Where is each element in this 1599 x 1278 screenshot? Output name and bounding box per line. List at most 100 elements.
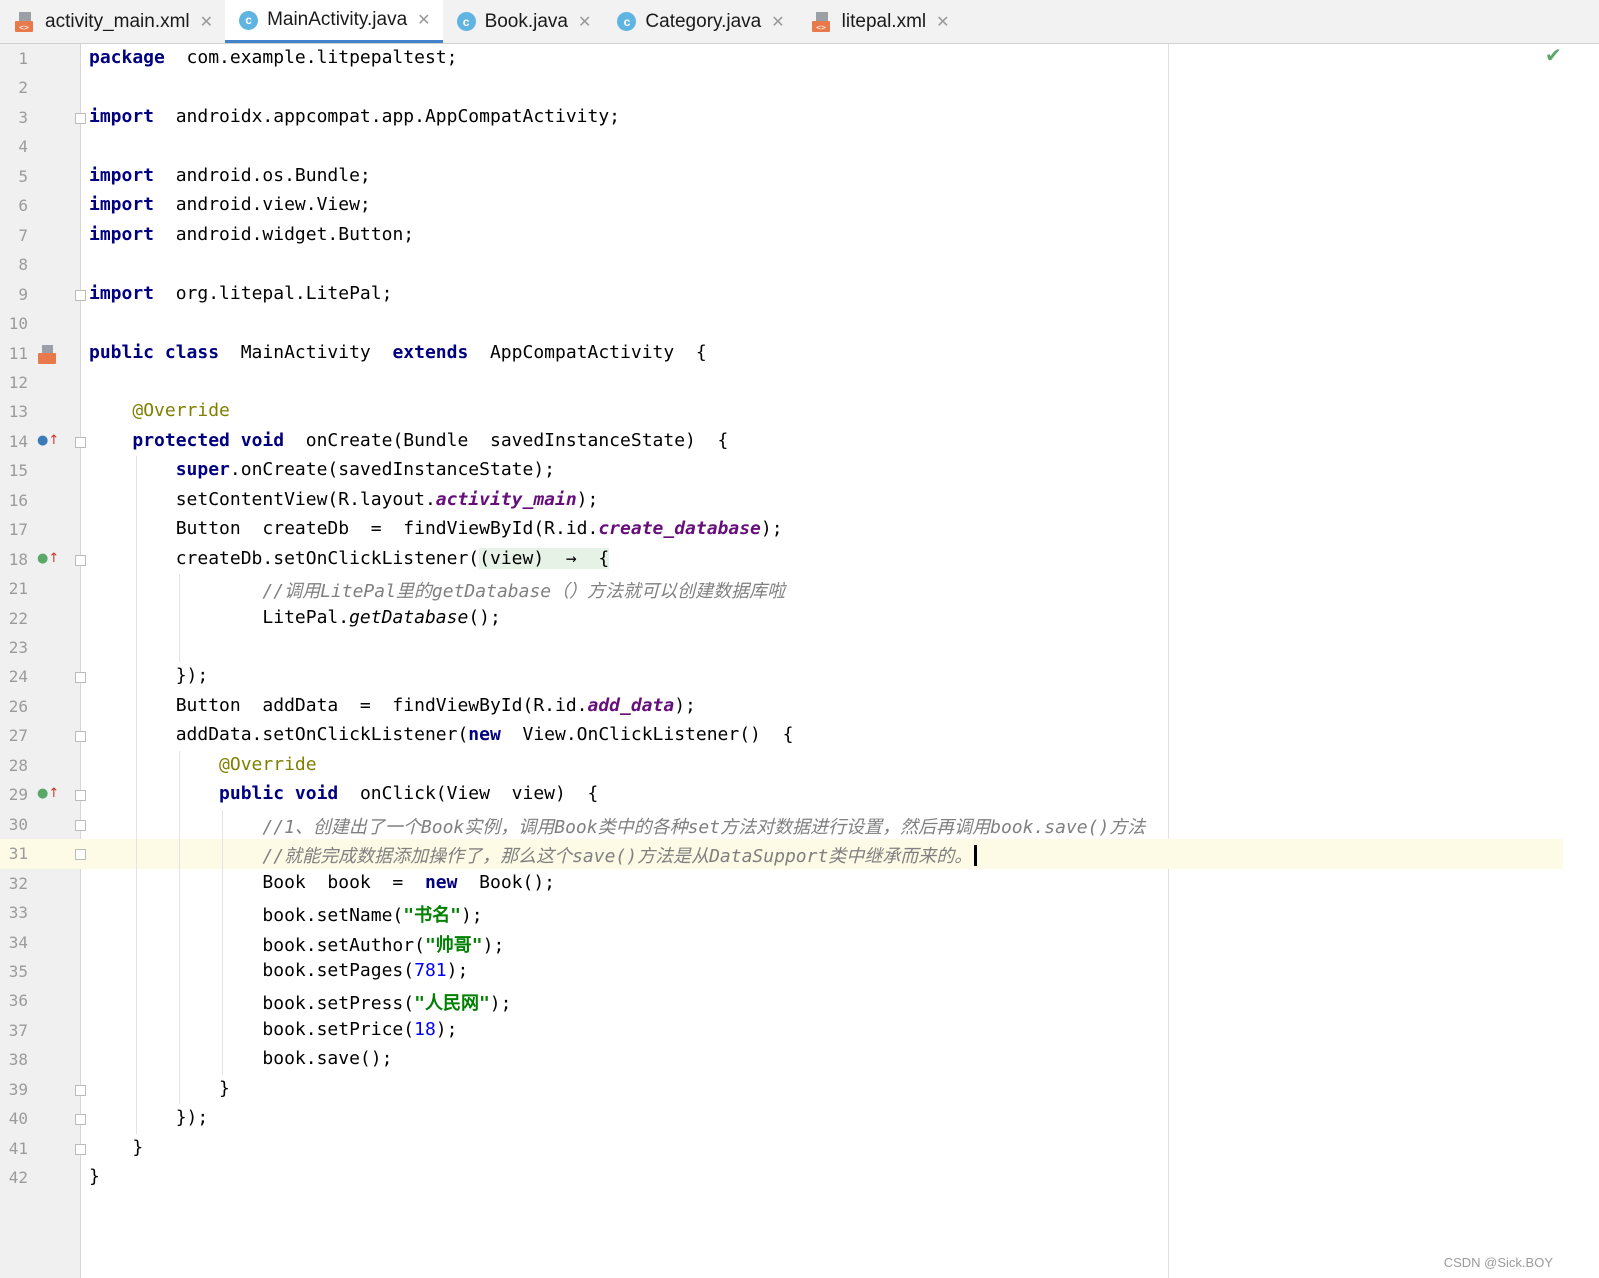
code-line[interactable]: 9 import org.litepal.LitePal; <box>0 280 1563 310</box>
tab-activity-main-xml[interactable]: <> activity_main.xml ✕ <box>0 0 225 43</box>
code-text: //调用LitePal里的getDatabase（）方法就可以创建数据库啦 <box>89 577 785 603</box>
code-line[interactable]: 24 }); <box>0 662 1563 692</box>
code-line[interactable]: 23 <box>0 633 1563 663</box>
code-line[interactable]: 33 book.setName("书名"); <box>0 898 1563 928</box>
code-line[interactable]: 42} <box>0 1163 1563 1193</box>
code-line[interactable]: 16 setContentView(R.layout.activity_main… <box>0 486 1563 516</box>
fold-marker-icon[interactable] <box>75 554 86 566</box>
fold-marker-icon[interactable] <box>75 289 86 301</box>
line-number: 21 <box>8 579 28 599</box>
code-line[interactable]: 28 @Override <box>0 751 1563 781</box>
code-line[interactable]: 6 import android.view.View; <box>0 191 1563 221</box>
code-token: import <box>89 164 155 186</box>
close-tab-icon[interactable]: ✕ <box>578 12 591 32</box>
code-line[interactable]: 39 } <box>0 1075 1563 1105</box>
code-line[interactable]: 14 ●↑ protected void onCreate(Bundle save… <box>0 427 1563 457</box>
fold-marker-icon[interactable] <box>75 112 86 124</box>
code-text: protected void onCreate(Bundle savedInst… <box>89 430 728 451</box>
code-text: }); <box>89 665 209 686</box>
code-line[interactable]: 11 public class MainActivity extends AppC… <box>0 339 1563 369</box>
code-line[interactable]: 10 <box>0 309 1563 339</box>
code-line[interactable]: 40 }); <box>0 1104 1563 1134</box>
fold-marker-icon[interactable] <box>75 436 86 448</box>
code-line[interactable]: 5 import android.os.Bundle; <box>0 162 1563 192</box>
implement-method-icon[interactable]: ●↑ <box>37 551 59 566</box>
close-tab-icon[interactable]: ✕ <box>200 12 213 32</box>
close-tab-icon[interactable]: ✕ <box>417 10 430 30</box>
code-text: Book book = new Book(); <box>89 872 555 893</box>
fold-marker-icon[interactable] <box>75 849 86 861</box>
code-line[interactable]: 21 //调用LitePal里的getDatabase（）方法就可以创建数据库啦 <box>0 574 1563 604</box>
code-line[interactable]: 27 addData.setOnClickListener(new View.O… <box>0 721 1563 751</box>
code-token: createDb.setOnClickListener( <box>89 547 480 569</box>
fold-marker-icon[interactable] <box>75 1143 86 1155</box>
code-line[interactable]: 41 } <box>0 1134 1563 1164</box>
line-number: 26 <box>8 696 28 716</box>
code-line[interactable]: 17 Button createDb = findViewById(R.id.c… <box>0 515 1563 545</box>
code-line[interactable]: 32 Book book = new Book(); <box>0 869 1563 899</box>
code-token: } <box>89 1136 144 1158</box>
code-line[interactable]: 38 book.save(); <box>0 1045 1563 1075</box>
code-token: android.view.View; <box>154 194 371 216</box>
line-number: 33 <box>8 903 28 923</box>
code-line[interactable]: 35 book.setPages(781); <box>0 957 1563 987</box>
code-line[interactable]: 26 Button addData = findViewById(R.id.ad… <box>0 692 1563 722</box>
code-text: import androidx.appcompat.app.AppCompatA… <box>89 106 620 127</box>
code-line[interactable]: 30 //1、创建出了一个Book实例，调用Book类中的各种set方法对数据进… <box>0 810 1563 840</box>
code-line[interactable]: 4 <box>0 132 1563 162</box>
code-token: }); <box>89 1107 209 1129</box>
code-token: "帅哥" <box>424 934 483 956</box>
code-token: View.OnClickListener() { <box>500 724 794 746</box>
code-token: Button addData = findViewById(R.id. <box>89 694 588 716</box>
code-token: 18 <box>414 1018 436 1040</box>
code-line[interactable]: 12 <box>0 368 1563 398</box>
code-line[interactable]: 15 super.onCreate(savedInstanceState); <box>0 456 1563 486</box>
line-number: 15 <box>8 461 28 481</box>
code-token: book.setPress( <box>89 993 415 1015</box>
line-number: 32 <box>8 873 28 893</box>
code-line[interactable]: 2 <box>0 73 1563 103</box>
code-token: AppCompatActivity { <box>468 341 707 363</box>
fold-marker-icon[interactable] <box>75 731 86 743</box>
close-tab-icon[interactable]: ✕ <box>936 12 949 32</box>
indent-guide <box>179 574 180 663</box>
code-line[interactable]: 22 LitePal.getDatabase(); <box>0 604 1563 634</box>
fold-marker-icon[interactable] <box>75 819 86 831</box>
tab-litepal-xml[interactable]: <> litepal.xml ✕ <box>797 0 962 43</box>
code-token: extends <box>392 341 469 363</box>
code-line[interactable]: 37 book.setPrice(18); <box>0 1016 1563 1046</box>
fold-marker-icon[interactable] <box>75 672 86 684</box>
java-class-icon: c <box>617 12 637 31</box>
fold-marker-icon[interactable] <box>75 1114 86 1126</box>
tab-book-java[interactable]: c Book.java ✕ <box>443 0 604 43</box>
code-token: @Override <box>219 753 317 775</box>
code-token: new <box>424 871 458 893</box>
tab-category-java[interactable]: c Category.java ✕ <box>603 0 796 43</box>
code-line[interactable]: 34 book.setAuthor("帅哥"); <box>0 928 1563 958</box>
code-line[interactable]: 18 ●↑ createDb.setOnClickListener((view) … <box>0 545 1563 575</box>
close-tab-icon[interactable]: ✕ <box>771 12 784 32</box>
fold-marker-icon[interactable] <box>75 790 86 802</box>
implement-method-icon[interactable]: ●↑ <box>37 786 59 801</box>
code-line[interactable]: 29 ●↑ public void onClick(View view) { <box>0 780 1563 810</box>
tab-mainactivity-java[interactable]: c MainActivity.java ✕ <box>225 0 443 43</box>
code-line[interactable]: 8 <box>0 250 1563 280</box>
code-line[interactable]: 36 book.setPress("人民网"); <box>0 986 1563 1016</box>
fold-marker-icon[interactable] <box>75 1084 86 1096</box>
code-editor[interactable]: 1 package com.example.litpepaltest; 2 3 impo… <box>0 44 1599 1278</box>
inspection-ok-icon[interactable]: ✔ <box>1545 43 1562 67</box>
code-text: book.save(); <box>89 1048 392 1069</box>
code-line[interactable]: 3 import androidx.appcompat.app.AppCompat… <box>0 103 1563 133</box>
code-line[interactable]: 13 @Override <box>0 397 1563 427</box>
xml-file-icon: <> <box>14 11 36 33</box>
override-method-icon[interactable]: ●↑ <box>37 433 59 448</box>
code-token: ); <box>446 959 469 981</box>
code-line[interactable]: 1 package com.example.litpepaltest; <box>0 44 1563 74</box>
line-number: 6 <box>18 196 28 216</box>
related-layout-icon[interactable] <box>37 344 59 369</box>
code-line[interactable]: 7 import android.widget.Button; <box>0 221 1563 251</box>
line-number: 38 <box>8 1050 28 1070</box>
code-token: } <box>89 1077 230 1099</box>
code-line[interactable]: 31 //就能完成数据添加操作了，那么这个save()方法是从DataSuppo… <box>0 839 1563 869</box>
